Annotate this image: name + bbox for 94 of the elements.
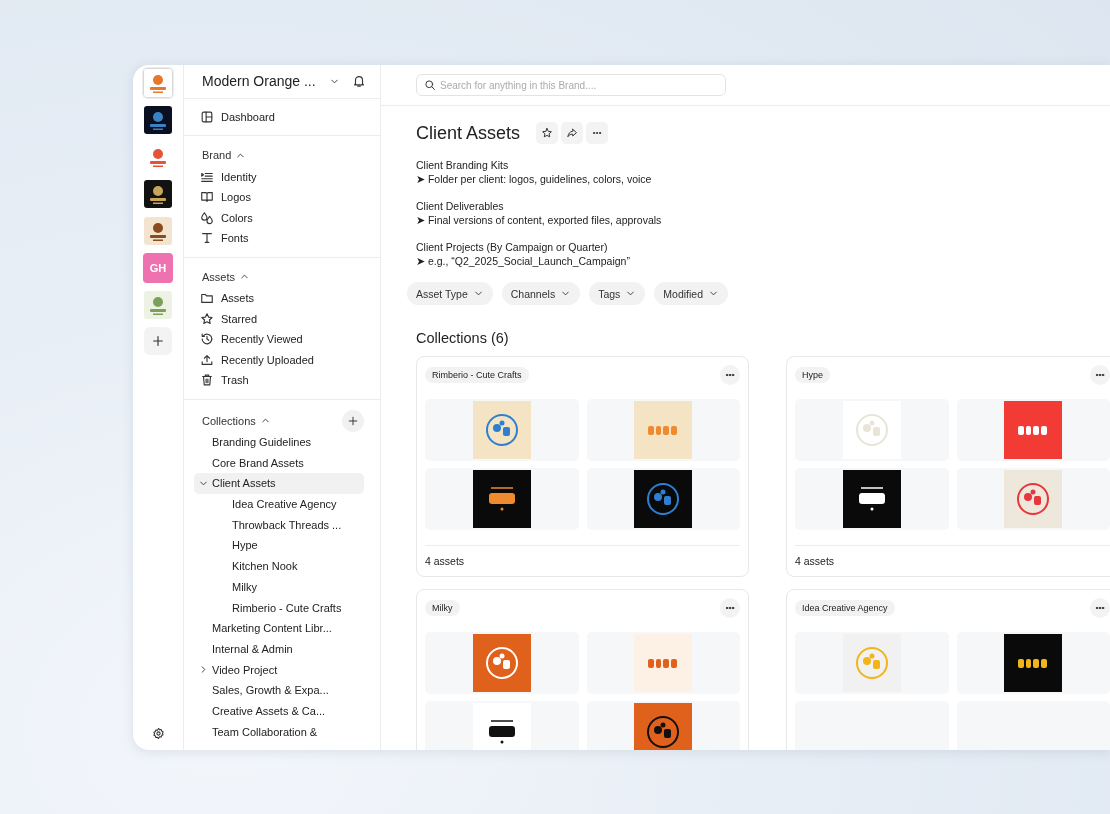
collection-item[interactable]: Team Collaboration & bbox=[194, 721, 364, 742]
collection-card[interactable]: Idea Creative Agency bbox=[786, 589, 1110, 750]
collection-item[interactable]: Creative Assets & Ca... bbox=[194, 700, 364, 722]
collection-card[interactable]: Milky bbox=[416, 589, 749, 750]
description-heading: Client Deliverables bbox=[416, 199, 505, 213]
nav-item[interactable]: Colors bbox=[194, 207, 370, 229]
asset-thumbnail[interactable] bbox=[956, 399, 1110, 461]
type-icon bbox=[200, 231, 214, 246]
nav-item[interactable]: Recently Viewed bbox=[194, 328, 370, 350]
section-toggle[interactable]: Assets bbox=[194, 265, 370, 288]
asset-thumbnail[interactable] bbox=[795, 468, 949, 530]
more-button[interactable] bbox=[1090, 365, 1110, 385]
section-toggle[interactable]: Brand bbox=[194, 144, 370, 167]
more-button[interactable] bbox=[720, 598, 740, 618]
collection-item[interactable]: Marketing Content Libr... bbox=[194, 617, 364, 639]
collection-card[interactable]: Rimberio - Cute Crafts 4 assets bbox=[416, 356, 749, 577]
collection-item[interactable]: Kitchen Nook bbox=[194, 555, 364, 577]
collection-item[interactable]: Idea Creative Agency bbox=[194, 493, 364, 515]
nav-item[interactable]: Assets bbox=[194, 287, 370, 309]
more-button[interactable] bbox=[586, 122, 609, 144]
description-heading: Client Branding Kits bbox=[416, 158, 510, 172]
brand-name: Modern Orange ... bbox=[202, 73, 317, 90]
nav-item[interactable]: Recently Uploaded bbox=[194, 349, 370, 371]
search-field[interactable]: Search for anything in this Brand.... bbox=[416, 74, 726, 96]
collection-name: Hype bbox=[795, 367, 830, 383]
collection-item[interactable]: Core Brand Assets bbox=[194, 452, 364, 474]
filter-dropdown[interactable]: Asset Type bbox=[407, 282, 493, 305]
asset-thumbnail[interactable] bbox=[956, 468, 1110, 530]
collection-item[interactable]: Throwback Threads ... bbox=[194, 514, 364, 536]
asset-thumbnail[interactable] bbox=[425, 399, 579, 461]
description-line: ➤ Final versions of content, exported files, approvals bbox=[416, 213, 663, 227]
asset-thumbnail[interactable] bbox=[586, 701, 740, 750]
folder-icon bbox=[200, 291, 214, 305]
description-line: ➤ Folder per client: logos, guidelines, colors, voice bbox=[416, 172, 653, 186]
droplets-icon bbox=[200, 210, 214, 225]
collection-item[interactable]: Branding Guidelines bbox=[194, 431, 364, 453]
section-heading: Collections (6) bbox=[416, 330, 510, 346]
asset-thumbnail[interactable] bbox=[956, 632, 1110, 694]
asset-thumbnail[interactable] bbox=[425, 701, 579, 750]
collection-item[interactable]: Internal & Admin bbox=[194, 638, 364, 660]
filter-dropdown[interactable]: Modified bbox=[654, 282, 729, 305]
collection-item[interactable]: Milky bbox=[194, 576, 364, 598]
description-line: ➤ e.g., “Q2_2025_Social_Launch_Campaign” bbox=[416, 254, 631, 268]
collection-name: Idea Creative Agency bbox=[795, 600, 895, 616]
layout-icon bbox=[200, 110, 214, 125]
trash-icon bbox=[200, 373, 214, 388]
filter-dropdown[interactable]: Channels bbox=[501, 282, 581, 305]
asset-thumbnail[interactable] bbox=[795, 399, 949, 461]
page-title: Client Assets bbox=[416, 122, 521, 144]
nav-item[interactable]: Trash bbox=[194, 370, 370, 391]
star-icon bbox=[541, 127, 554, 139]
share-button[interactable] bbox=[561, 122, 584, 144]
asset-thumbnail[interactable] bbox=[425, 468, 579, 530]
add-collection-button[interactable] bbox=[342, 409, 364, 432]
workspace-logo[interactable] bbox=[143, 216, 173, 246]
favorite-button[interactable] bbox=[536, 122, 559, 144]
upload-icon bbox=[200, 352, 214, 367]
collection-item[interactable]: Video Project bbox=[194, 659, 364, 680]
book-icon bbox=[200, 190, 214, 205]
asset-thumbnail[interactable] bbox=[586, 468, 740, 530]
asset-thumbnail[interactable] bbox=[586, 632, 740, 694]
collection-item[interactable]: Client Assets bbox=[194, 473, 364, 494]
asset-count: 4 assets bbox=[425, 555, 465, 567]
workspace-logo[interactable] bbox=[143, 179, 173, 209]
history-icon bbox=[200, 332, 214, 347]
collection-item[interactable]: Rimberio - Cute Crafts bbox=[194, 597, 364, 618]
search-icon bbox=[424, 79, 436, 91]
star-icon bbox=[200, 311, 214, 326]
nav-item[interactable]: Dashboard bbox=[194, 106, 370, 128]
workspace-logo[interactable] bbox=[143, 105, 173, 135]
more-button[interactable] bbox=[720, 365, 740, 385]
settings-icon bbox=[151, 727, 165, 740]
add-workspace-button[interactable] bbox=[144, 327, 172, 355]
section-toggle[interactable]: Collections bbox=[194, 409, 279, 432]
plus-icon bbox=[347, 414, 359, 427]
asset-count: 4 assets bbox=[795, 555, 835, 567]
filter-dropdown[interactable]: Tags bbox=[589, 282, 646, 305]
collection-card[interactable]: Hype 4 assets bbox=[786, 356, 1110, 577]
collection-name: Milky bbox=[425, 600, 460, 616]
more-button[interactable] bbox=[1090, 598, 1110, 618]
nav-item[interactable]: Identity bbox=[194, 166, 370, 187]
asset-thumbnail[interactable] bbox=[795, 632, 949, 694]
bell-icon bbox=[352, 74, 366, 89]
share-icon bbox=[566, 127, 579, 139]
collection-item[interactable]: Sales, Growth & Expa... bbox=[194, 679, 364, 701]
nav-item[interactable]: Starred bbox=[194, 308, 370, 329]
collection-item[interactable]: Hype bbox=[194, 535, 364, 556]
asset-thumbnail[interactable] bbox=[586, 399, 740, 461]
asset-thumbnail[interactable] bbox=[425, 632, 579, 694]
description-heading: Client Projects (By Campaign or Quarter) bbox=[416, 240, 609, 254]
nav-item[interactable]: Fonts bbox=[194, 228, 370, 249]
plus-icon bbox=[151, 334, 165, 348]
nav-item[interactable]: Logos bbox=[194, 186, 370, 208]
collection-name: Rimberio - Cute Crafts bbox=[425, 367, 529, 383]
